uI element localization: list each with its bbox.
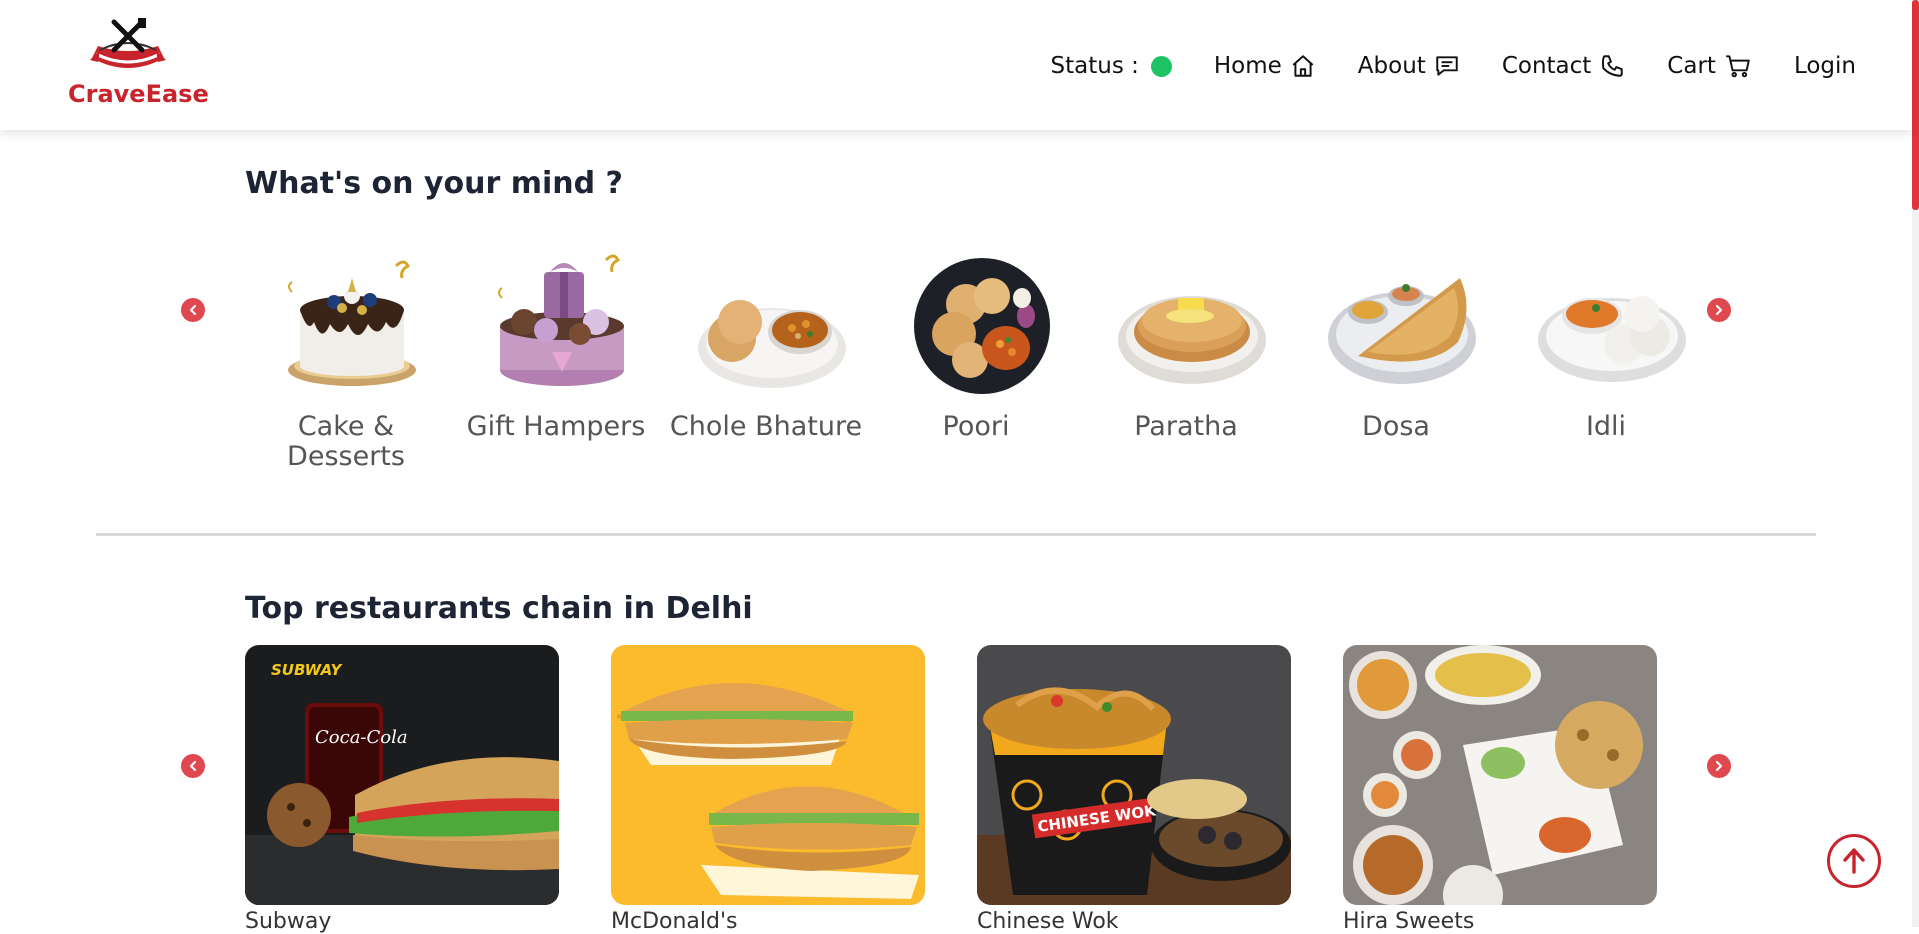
category-card-chole-bhature[interactable]: Chole Bhature (666, 222, 866, 480)
restaurant-image (611, 645, 925, 905)
nav-home-link[interactable]: Home (1214, 53, 1316, 79)
header: CraveEase Status : Home About Contact Ca… (0, 0, 1912, 130)
online-status-dot (1150, 55, 1172, 77)
category-label: Idli (1585, 411, 1627, 442)
nav-login-label: Login (1793, 53, 1856, 79)
category-card-gift-hampers[interactable]: Gift Hampers (456, 222, 656, 480)
restaurant-image: CHINESE WOK (977, 645, 1291, 905)
chinese-wok-food-image: CHINESE WOK (977, 645, 1291, 905)
scrollbar-thumb[interactable] (1912, 0, 1919, 210)
logo-icon (90, 18, 166, 68)
restaurant-name: Hira Sweets (1343, 909, 1475, 934)
nav-about-link[interactable]: About (1358, 53, 1460, 79)
subway-logo-text: SUBWAY (271, 661, 343, 679)
nav-about-label: About (1357, 53, 1426, 79)
category-card-cake[interactable]: Cake & Desserts (246, 222, 446, 480)
restaurant-card-mcdonalds[interactable]: McDonald's (611, 645, 925, 934)
category-label: Dosa (1362, 411, 1430, 442)
paratha-image (1118, 296, 1266, 384)
restaurants-section-title: Top restaurants chain in Delhi (245, 591, 753, 626)
mcdonalds-food-image (611, 645, 925, 905)
phone-icon (1602, 55, 1624, 77)
brand-name: CraveEase (68, 80, 209, 108)
restaurant-card-chinese-wok[interactable]: CHINESE WOK Chinese Wok (977, 645, 1291, 934)
restaurant-image: SUBWAY Coca-Cola (245, 645, 559, 905)
section-divider (96, 533, 1816, 536)
hira-sweets-food-image (1343, 645, 1657, 905)
restaurant-image (1343, 645, 1657, 905)
restaurant-name: McDonald's (611, 909, 738, 934)
restaurant-name: Chinese Wok (977, 909, 1119, 934)
nav-cart-link[interactable]: Cart (1667, 53, 1752, 79)
cake-image (288, 260, 416, 386)
restaurant-card-hira-sweets[interactable]: Hira Sweets (1343, 645, 1657, 934)
status-label: Status : (1050, 53, 1139, 79)
mind-next-button[interactable] (1707, 298, 1731, 322)
arrow-up-icon (1843, 848, 1865, 874)
cart-icon (1726, 55, 1750, 78)
brand-logo[interactable]: CraveEase (68, 16, 209, 112)
category-card-paratha[interactable]: Paratha (1086, 222, 1286, 480)
main-nav: Status : Home About Contact Cart Login (1009, 46, 1856, 86)
chole-bhature-image (698, 300, 846, 388)
idli-image (1538, 296, 1686, 382)
chevron-left-icon (189, 304, 197, 316)
chevron-right-icon (1715, 760, 1723, 772)
category-card-dosa[interactable]: Dosa (1296, 222, 1496, 480)
category-label: Poori (942, 411, 1010, 442)
nav-login-button[interactable]: Login (1794, 53, 1856, 79)
category-card-idli[interactable]: Idli (1506, 222, 1706, 480)
page-scrollbar[interactable] (1912, 0, 1919, 927)
scroll-to-top-button[interactable] (1827, 834, 1881, 888)
message-icon (1436, 56, 1458, 76)
gift-hamper-image (498, 254, 624, 386)
subway-food-image: SUBWAY Coca-Cola (245, 645, 559, 905)
restaurant-name: Subway (245, 909, 332, 934)
restaurants-prev-button[interactable] (181, 754, 205, 778)
category-card-poori[interactable]: Poori (876, 222, 1076, 480)
nav-contact-label: Contact (1501, 53, 1592, 79)
category-label: Cake & Desserts (287, 411, 405, 472)
restaurants-next-button[interactable] (1707, 754, 1731, 778)
poori-image (914, 258, 1050, 394)
category-label: Paratha (1134, 411, 1238, 442)
nav-home-label: Home (1213, 53, 1282, 79)
chevron-left-icon (189, 760, 197, 772)
mind-section-title: What's on your mind ? (245, 166, 623, 201)
nav-contact-link[interactable]: Contact (1502, 53, 1625, 79)
mind-prev-button[interactable] (181, 298, 205, 322)
restaurant-card-subway[interactable]: SUBWAY Coca-Cola Subway (245, 645, 559, 934)
nav-cart-label: Cart (1667, 53, 1716, 79)
category-label: Chole Bhature (669, 411, 863, 442)
status-indicator: Status : (1051, 53, 1172, 79)
chevron-right-icon (1715, 304, 1723, 316)
coca-cola-text: Coca-Cola (315, 727, 408, 748)
category-label: Gift Hampers (466, 411, 646, 442)
home-icon (1292, 55, 1314, 77)
dosa-image (1328, 278, 1476, 384)
